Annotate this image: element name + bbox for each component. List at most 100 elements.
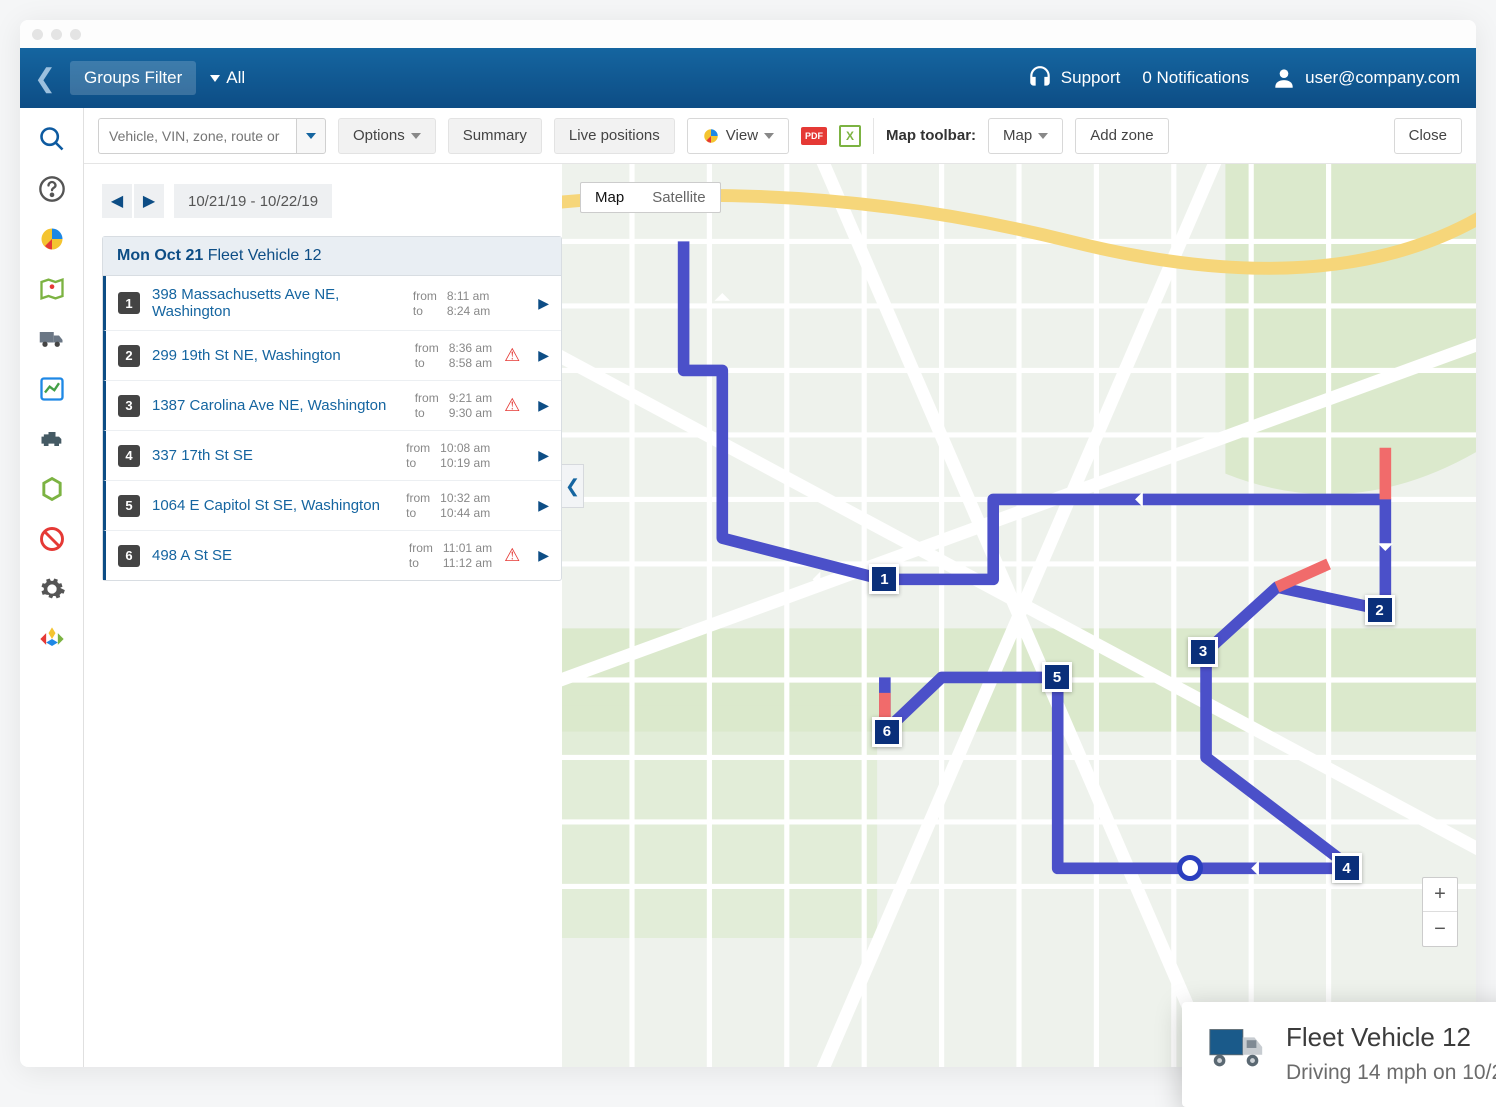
caret-down-icon	[764, 133, 774, 139]
warning-icon: ⚠	[504, 345, 520, 366]
caret-down-icon	[306, 133, 316, 139]
close-button[interactable]: Close	[1394, 118, 1462, 154]
export-excel-button[interactable]: X	[839, 125, 861, 147]
trip-row[interactable]: 2 299 19th St NE, Washington from8:36 amto…	[103, 331, 561, 381]
nav-help[interactable]	[20, 164, 84, 214]
trip-times: from8:11 amto8:24 am	[413, 289, 490, 318]
topbar-right: Support 0 Notifications user@company.com	[1027, 65, 1460, 91]
trip-row[interactable]: 1398 Massachusetts Ave NE, Washingtonfro…	[103, 276, 561, 331]
map-marker-5[interactable]: 5	[1042, 662, 1072, 692]
nav-rules[interactable]	[20, 464, 84, 514]
trip-times: from8:36 amto8:58 am	[415, 341, 492, 370]
nav-settings[interactable]	[20, 564, 84, 614]
zoom-out-button[interactable]: −	[1423, 912, 1457, 946]
export-pdf-button[interactable]: PDF	[801, 127, 827, 145]
trips-header: Mon Oct 21 Fleet Vehicle 12	[103, 237, 561, 276]
traffic-light-max[interactable]	[70, 29, 81, 40]
trip-row[interactable]: 4 337 17th St SE from10:08 amto10:19 am ▶	[103, 431, 561, 481]
map-marker-4[interactable]: 4	[1332, 853, 1362, 883]
nav-engine[interactable]	[20, 414, 84, 464]
map-marker-1[interactable]: 1	[869, 564, 899, 594]
map-layer-button[interactable]: Map	[988, 118, 1063, 154]
user-menu[interactable]: user@company.com	[1271, 65, 1460, 91]
trip-number-badge: 2	[118, 345, 140, 367]
trips-vehicle: Fleet Vehicle 12	[208, 247, 322, 264]
date-range-display[interactable]: 10/21/19 - 10/22/19	[174, 184, 332, 218]
nav-marketplace[interactable]	[20, 614, 84, 664]
search-vehicle-box	[98, 118, 326, 154]
trips-day: Mon Oct 21	[117, 247, 203, 264]
trip-number-badge: 3	[118, 395, 140, 417]
trip-address: 337 17th St SE	[152, 447, 394, 464]
notifications-link[interactable]: 0 Notifications	[1142, 68, 1249, 88]
expand-icon: ▶	[538, 397, 549, 414]
side-nav	[20, 108, 84, 1067]
traffic-light-close[interactable]	[32, 29, 43, 40]
add-zone-button[interactable]: Add zone	[1075, 118, 1168, 154]
caret-down-icon	[1038, 133, 1048, 139]
map-toolbar-label: Map toolbar:	[886, 127, 976, 144]
trip-row[interactable]: 3 1387 Carolina Ave NE, Washington from9:2…	[103, 381, 561, 431]
groups-all-dropdown[interactable]: All	[210, 68, 245, 88]
trip-number-badge: 6	[118, 545, 140, 567]
trip-row[interactable]: 51064 E Capitol St SE, Washingtonfrom10:…	[103, 481, 561, 531]
trip-address: 299 19th St NE, Washington	[152, 347, 403, 364]
headset-icon	[1027, 65, 1053, 91]
date-navigator: ◀ ▶ 10/21/19 - 10/22/19	[102, 184, 562, 218]
nav-fleet[interactable]	[20, 314, 84, 364]
expand-icon: ▶	[538, 447, 549, 464]
expand-icon: ▶	[538, 547, 549, 564]
nav-search[interactable]	[20, 114, 84, 164]
map-container[interactable]: Map Satellite + − Fleet Veh	[562, 164, 1476, 1067]
map-marker-6[interactable]: 6	[872, 717, 902, 747]
search-input[interactable]	[98, 118, 296, 154]
zoom-control: + −	[1422, 877, 1458, 947]
expand-icon: ▶	[538, 497, 549, 514]
window-titlebar	[20, 20, 1476, 48]
nav-reports[interactable]	[20, 214, 84, 264]
traffic-light-min[interactable]	[51, 29, 62, 40]
map-type-satellite[interactable]: Satellite	[638, 183, 719, 212]
options-button[interactable]: Options	[338, 118, 436, 154]
trip-number-badge: 4	[118, 445, 140, 467]
summary-button[interactable]: Summary	[448, 118, 542, 154]
notifications-label: 0 Notifications	[1142, 68, 1249, 88]
date-prev-button[interactable]: ◀	[102, 184, 132, 218]
zoom-in-button[interactable]: +	[1423, 878, 1457, 912]
person-icon	[1271, 65, 1297, 91]
app-window: ❮ Groups Filter All Support 0 Notificati…	[20, 20, 1476, 1067]
current-position-marker	[1177, 855, 1203, 881]
trip-times: from10:08 amto10:19 am	[406, 441, 490, 470]
trip-times: from11:01 amto11:12 am	[409, 541, 492, 570]
topbar: ❮ Groups Filter All Support 0 Notificati…	[20, 48, 1476, 108]
back-button[interactable]: ❮	[20, 63, 70, 94]
map-marker-2[interactable]: 2	[1365, 595, 1395, 625]
nav-trends[interactable]	[20, 364, 84, 414]
map-marker-3[interactable]: 3	[1188, 637, 1218, 667]
groups-filter-button[interactable]: Groups Filter	[70, 61, 196, 95]
warning-icon: ⚠	[504, 395, 520, 416]
support-link[interactable]: Support	[1027, 65, 1121, 91]
trip-number-badge: 1	[118, 292, 140, 314]
map-type-map[interactable]: Map	[581, 183, 638, 212]
trip-number-badge: 5	[118, 495, 140, 517]
trip-row[interactable]: 6 498 A St SE from11:01 amto11:12 am ⚠ ▶	[103, 531, 561, 580]
nav-map[interactable]	[20, 264, 84, 314]
view-button[interactable]: View	[687, 118, 789, 154]
nav-block[interactable]	[20, 514, 84, 564]
search-dropdown-toggle[interactable]	[296, 118, 326, 154]
map-background	[562, 164, 1476, 1067]
trips-panel: ◀ ▶ 10/21/19 - 10/22/19 Mon Oct 21 Fleet…	[84, 164, 562, 1067]
live-positions-button[interactable]: Live positions	[554, 118, 675, 154]
truck-icon	[1206, 1022, 1268, 1077]
trip-times: from10:32 amto10:44 am	[406, 491, 490, 520]
warning-icon: ⚠	[504, 545, 520, 566]
support-label: Support	[1061, 68, 1121, 88]
collapse-panel-button[interactable]: ❮	[562, 464, 584, 508]
trip-address: 1387 Carolina Ave NE, Washington	[152, 397, 403, 414]
trip-address: 498 A St SE	[152, 547, 397, 564]
page-toolbar: Options Summary Live positions View PDF …	[84, 108, 1476, 164]
expand-icon: ▶	[538, 295, 549, 312]
date-next-button[interactable]: ▶	[134, 184, 164, 218]
trip-times: from9:21 amto9:30 am	[415, 391, 492, 420]
